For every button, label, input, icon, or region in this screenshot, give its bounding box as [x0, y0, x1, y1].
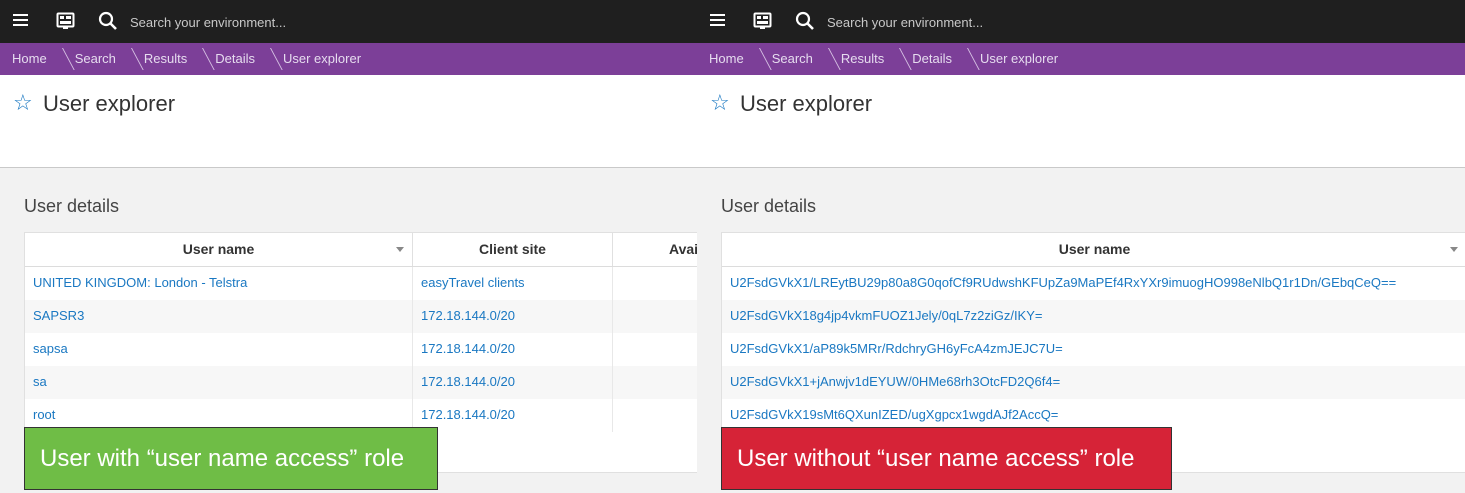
user-name-cell[interactable]: U2FsdGVkX18g4jp4vkmFUOZ1Jely/0qL7z2ziGz/…: [722, 300, 1465, 333]
page-title: User explorer: [43, 91, 176, 116]
client-site-cell[interactable]: 172.18.144.0/20: [413, 333, 613, 366]
label-without-role: User without “user name access” role: [721, 427, 1172, 490]
breadcrumb-search[interactable]: Search: [760, 43, 829, 75]
user-name-cell[interactable]: sapsa: [25, 333, 413, 366]
star-icon[interactable]: ☆: [710, 92, 730, 114]
breadcrumb: Home Search Results Details User explore…: [697, 43, 1465, 75]
breadcrumb-user-explorer[interactable]: User explorer: [968, 43, 1074, 75]
table-header: User name: [722, 233, 1465, 267]
column-header-user-name[interactable]: User name: [722, 233, 1465, 266]
client-site-cell[interactable]: easyTravel clients: [413, 267, 613, 300]
client-site-cell[interactable]: 172.18.144.0/20: [413, 366, 613, 399]
breadcrumb-home[interactable]: Home: [697, 43, 760, 75]
sort-arrow-icon[interactable]: [396, 247, 404, 252]
menu-icon[interactable]: [709, 11, 729, 31]
table-row[interactable]: U2FsdGVkX18g4jp4vkmFUOZ1Jely/0qL7z2ziGz/…: [722, 300, 1465, 333]
table-row[interactable]: U2FsdGVkX1/LREytBU29p80a8G0qofCf9RUdwshK…: [722, 267, 1465, 300]
user-name-cell[interactable]: SAPSR3: [25, 300, 413, 333]
breadcrumb-details[interactable]: Details: [203, 43, 271, 75]
menu-icon[interactable]: [12, 11, 32, 31]
title-bar: ☆ User explorer: [0, 75, 697, 168]
column-header-label: User name: [182, 241, 255, 257]
section-title: User details: [24, 196, 120, 216]
left-screenshot-pane: Home Search Results Details User explore…: [0, 0, 697, 493]
search-icon[interactable]: [795, 11, 815, 31]
dashboard-icon[interactable]: [56, 11, 76, 31]
page-title: User explorer: [740, 91, 873, 116]
table-row[interactable]: UNITED KINGDOM: London - Telstra easyTra…: [25, 267, 697, 300]
title-bar: ☆ User explorer: [697, 75, 1465, 168]
column-header-user-name[interactable]: User name: [25, 233, 413, 266]
top-bar: [0, 0, 697, 43]
search-input[interactable]: [130, 9, 430, 35]
right-screenshot-pane: Home Search Results Details User explore…: [697, 0, 1465, 493]
breadcrumb-results[interactable]: Results: [132, 43, 203, 75]
table-row[interactable]: U2FsdGVkX1+jAnwjv1dEYUW/0HMe68rh3OtcFD2Q…: [722, 366, 1465, 399]
column-header-label: User name: [1058, 241, 1131, 257]
column-header-client-site[interactable]: Client site: [413, 233, 613, 266]
breadcrumb-search[interactable]: Search: [63, 43, 132, 75]
client-site-cell[interactable]: 172.18.144.0/20: [413, 300, 613, 333]
user-name-cell[interactable]: U2FsdGVkX1/LREytBU29p80a8G0qofCf9RUdwshK…: [722, 267, 1465, 300]
breadcrumb-user-explorer[interactable]: User explorer: [271, 43, 377, 75]
search-input[interactable]: [827, 9, 1127, 35]
user-name-cell[interactable]: UNITED KINGDOM: London - Telstra: [25, 267, 413, 300]
breadcrumb-home[interactable]: Home: [0, 43, 63, 75]
breadcrumb-results[interactable]: Results: [829, 43, 900, 75]
top-bar: [697, 0, 1465, 43]
column-header-availability[interactable]: Avai: [613, 233, 697, 266]
label-with-role: User with “user name access” role: [24, 427, 438, 490]
breadcrumb-details[interactable]: Details: [900, 43, 968, 75]
user-name-cell[interactable]: U2FsdGVkX1/aP89k5MRr/RdchryGH6yFcA4zmJEJ…: [722, 333, 1465, 366]
table-row[interactable]: SAPSR3 172.18.144.0/20: [25, 300, 697, 333]
breadcrumb: Home Search Results Details User explore…: [0, 43, 697, 75]
search-icon[interactable]: [98, 11, 118, 31]
table-header: User name Client site Avai: [25, 233, 697, 267]
dashboard-icon[interactable]: [753, 11, 773, 31]
table-row[interactable]: sa 172.18.144.0/20: [25, 366, 697, 399]
table-row[interactable]: U2FsdGVkX1/aP89k5MRr/RdchryGH6yFcA4zmJEJ…: [722, 333, 1465, 366]
sort-arrow-icon[interactable]: [1450, 247, 1458, 252]
user-name-cell[interactable]: sa: [25, 366, 413, 399]
section-title: User details: [721, 196, 817, 216]
star-icon[interactable]: ☆: [13, 92, 33, 114]
table-row[interactable]: sapsa 172.18.144.0/20: [25, 333, 697, 366]
client-site-cell[interactable]: 172.18.144.0/20: [413, 399, 613, 432]
user-name-cell[interactable]: U2FsdGVkX1+jAnwjv1dEYUW/0HMe68rh3OtcFD2Q…: [722, 366, 1465, 399]
